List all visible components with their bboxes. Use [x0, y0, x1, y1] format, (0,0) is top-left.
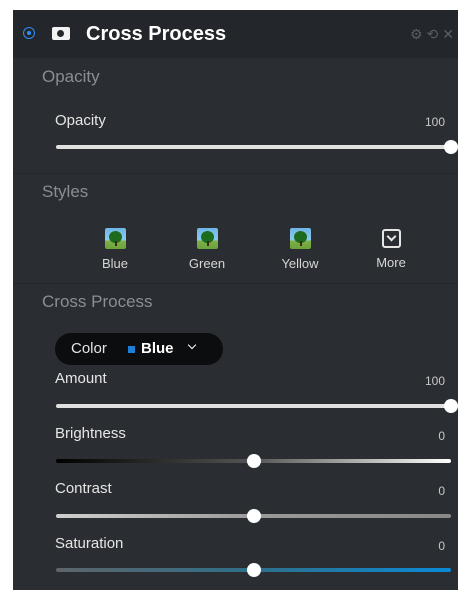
chevron-down-box-icon	[381, 229, 401, 248]
panel-header: Cross Process ⚙ ⟲ ✕	[13, 10, 458, 58]
cross-process-panel: Cross Process ⚙ ⟲ ✕ Opacity Opacity 100 …	[13, 10, 458, 590]
saturation-slider[interactable]	[56, 563, 451, 577]
color-label: Color	[71, 340, 107, 357]
color-swatch	[128, 346, 135, 353]
style-label: Blue	[101, 256, 129, 271]
close-icon[interactable]: ✕	[442, 25, 454, 43]
amount-slider-track	[56, 404, 451, 408]
amount-label: Amount	[55, 370, 107, 387]
section-header-styles[interactable]: Styles	[42, 181, 88, 203]
brightness-slider-thumb[interactable]	[246, 454, 261, 468]
style-green[interactable]: Green	[177, 228, 237, 272]
saturation-label: Saturation	[55, 535, 124, 552]
contrast-slider-thumb[interactable]	[246, 509, 261, 523]
amount-slider-thumb[interactable]	[444, 399, 458, 413]
opacity-slider[interactable]	[56, 140, 458, 154]
color-dropdown[interactable]: Color Blue	[55, 333, 223, 365]
contrast-label: Contrast	[55, 480, 112, 497]
style-blue[interactable]: Blue	[85, 228, 145, 272]
amount-value: 100	[424, 374, 445, 388]
gear-icon[interactable]: ⚙	[410, 25, 423, 43]
section-header-opacity[interactable]: Opacity	[42, 66, 100, 88]
style-label: Yellow	[281, 256, 319, 271]
mask-icon[interactable]	[52, 27, 70, 40]
brightness-value: 0	[438, 429, 445, 443]
color-value: Blue	[141, 340, 174, 357]
tree-thumbnail-icon	[289, 228, 311, 249]
panel-tools: ⚙ ⟲ ✕	[410, 24, 454, 44]
section-header-cross-process[interactable]: Cross Process	[42, 291, 153, 313]
opacity-slider-thumb[interactable]	[444, 140, 458, 154]
contrast-slider[interactable]	[56, 509, 451, 523]
style-label: Green	[188, 256, 226, 271]
tree-thumbnail-icon	[104, 228, 126, 249]
reset-icon[interactable]: ⟲	[427, 25, 439, 43]
divider	[13, 283, 458, 284]
brightness-slider[interactable]	[56, 454, 451, 468]
saturation-slider-thumb[interactable]	[246, 563, 261, 577]
saturation-value: 0	[438, 539, 445, 553]
style-yellow[interactable]: Yellow	[270, 228, 330, 272]
divider	[13, 173, 458, 174]
radio-on-icon[interactable]	[23, 27, 35, 39]
chevron-down-icon	[187, 340, 197, 350]
amount-slider[interactable]	[56, 399, 458, 413]
opacity-label: Opacity	[55, 112, 106, 129]
contrast-value: 0	[438, 484, 445, 498]
panel-title: Cross Process	[86, 23, 227, 45]
style-label: More	[376, 255, 406, 270]
opacity-value: 100	[424, 115, 445, 129]
tree-thumbnail-icon	[196, 228, 218, 249]
style-more[interactable]: More	[361, 228, 421, 271]
opacity-slider-track	[56, 145, 451, 149]
brightness-label: Brightness	[55, 425, 126, 442]
